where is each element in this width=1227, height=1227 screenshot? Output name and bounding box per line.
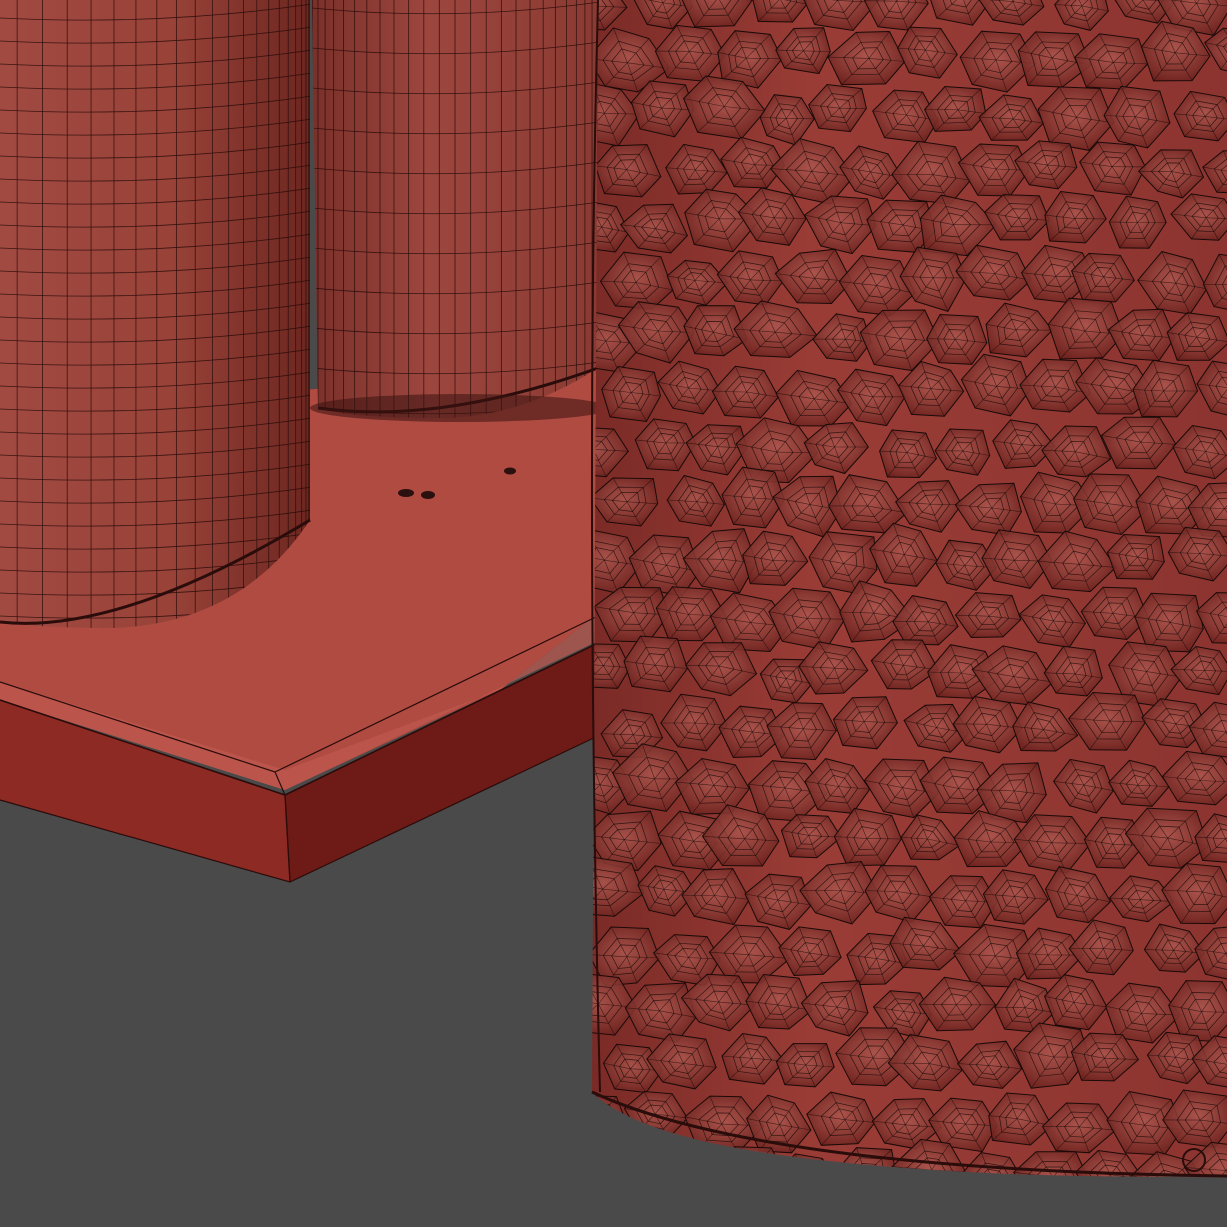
3d-viewport[interactable]: [0, 0, 1227, 1227]
back-cylinder: [312, 0, 598, 418]
wireframe-render: [0, 0, 1227, 1227]
textured-cylinder: [592, 0, 1227, 1177]
